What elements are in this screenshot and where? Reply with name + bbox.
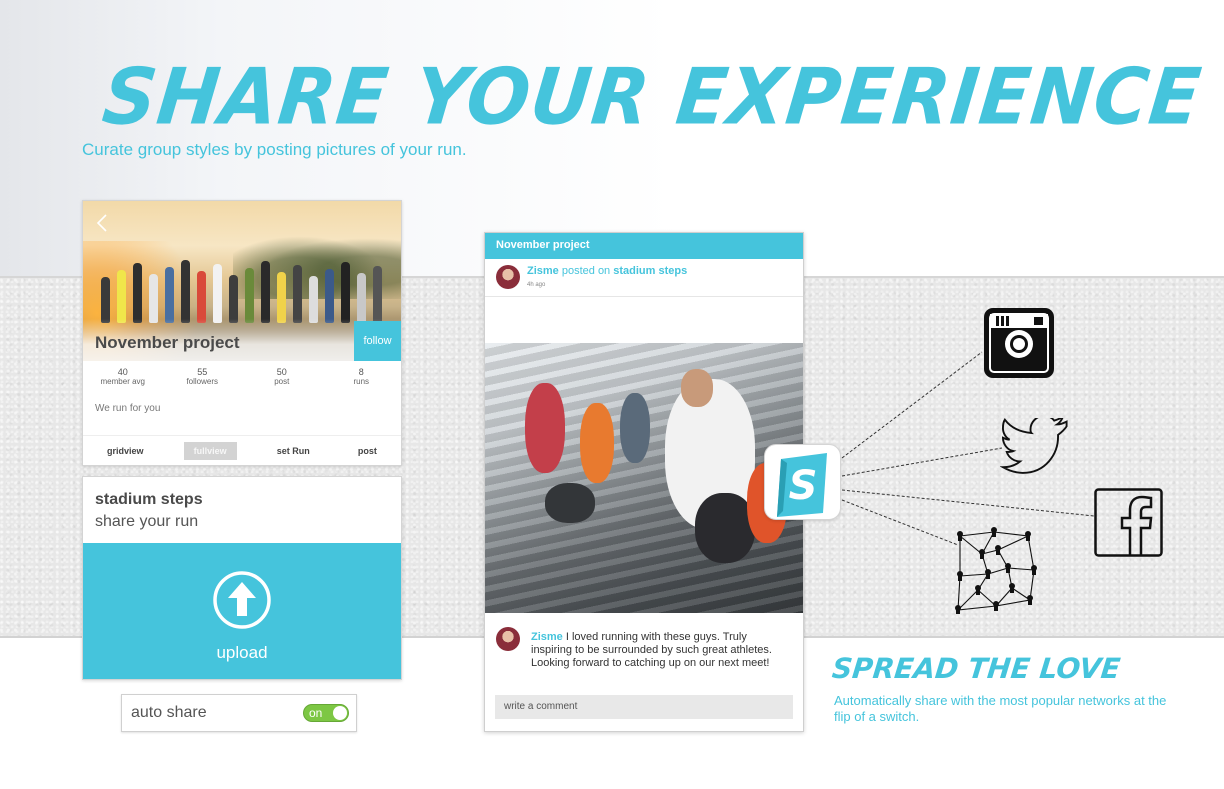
app-badge-letter: S	[789, 463, 818, 509]
twitter-icon[interactable]	[1000, 418, 1072, 478]
app-s-logo-icon: S	[777, 453, 827, 517]
spread-subtitle: Automatically share with the most popula…	[834, 693, 1167, 724]
instagram-icon[interactable]	[982, 306, 1056, 380]
facebook-icon[interactable]	[1094, 488, 1164, 558]
spread-title: SPREAD THE LOVE	[830, 652, 1122, 685]
app-logo: S	[764, 444, 841, 520]
network-icon[interactable]	[948, 526, 1040, 614]
